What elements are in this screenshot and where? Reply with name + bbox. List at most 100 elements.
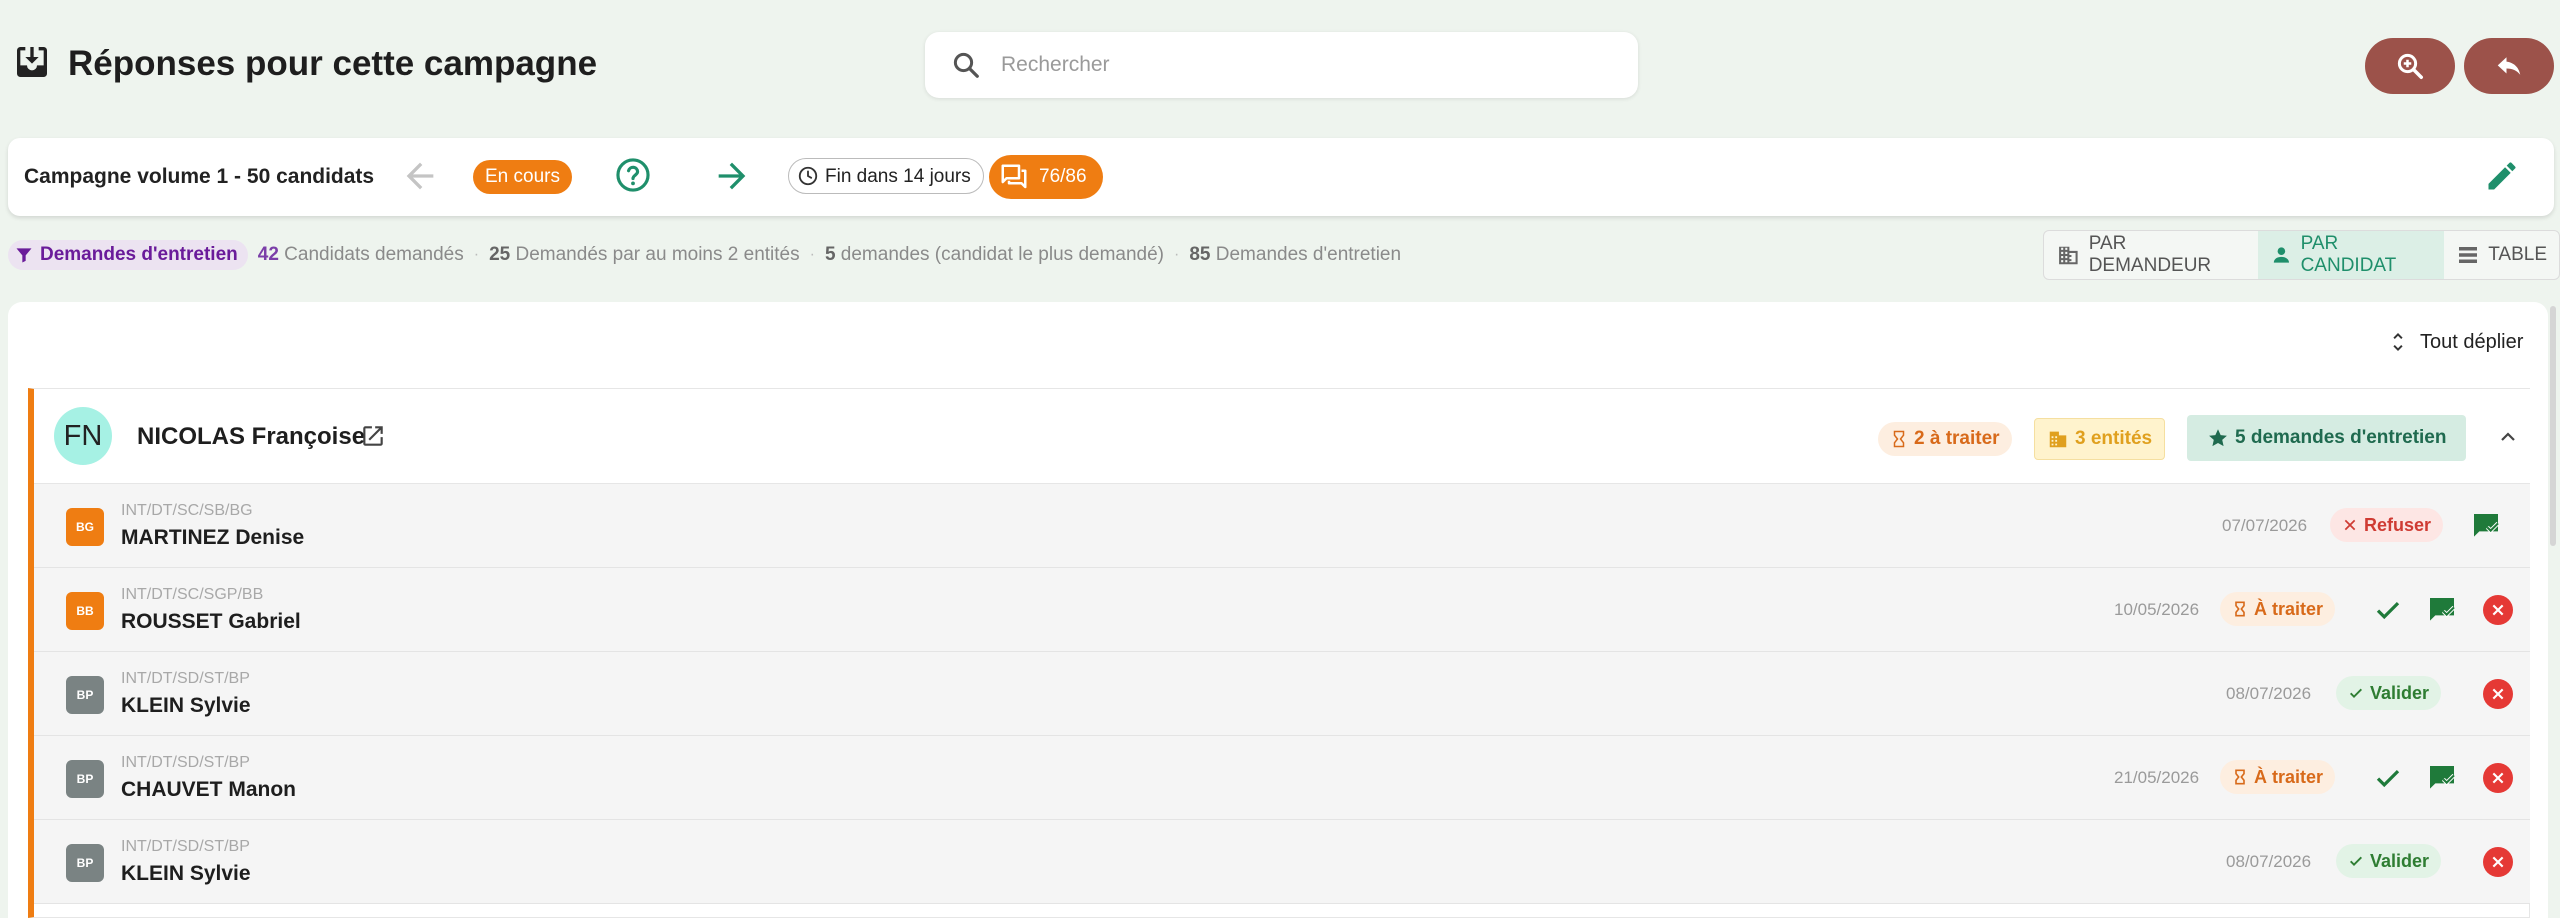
campaign-bar: Campagne volume 1 - 50 candidats En cour… xyxy=(8,138,2554,216)
help-circle-icon[interactable] xyxy=(614,156,652,194)
cancel-circle-icon xyxy=(2483,679,2513,709)
status-badge: En cours xyxy=(473,160,572,194)
request-date: 21/05/2026 xyxy=(2114,768,2200,787)
check-icon xyxy=(2350,688,2362,698)
zoom-button[interactable] xyxy=(2365,38,2455,94)
chevron-up-icon[interactable] xyxy=(2496,425,2520,449)
check-icon xyxy=(2376,769,2400,788)
view-table[interactable]: TABLE xyxy=(2444,231,2559,279)
accept-button[interactable] xyxy=(2370,760,2406,796)
to-treat-badge: 2 à traiter xyxy=(1878,422,2012,456)
page-title: Réponses pour cette campagne xyxy=(68,44,598,83)
entity-badge: BP xyxy=(66,760,104,798)
pencil-icon[interactable] xyxy=(2484,158,2520,194)
status-badge: Refuser xyxy=(2330,508,2444,542)
search-icon xyxy=(953,52,979,78)
candidate-group: FN NICOLAS Françoise 2 à traiter 3 entit… xyxy=(28,388,2530,918)
status-badge: Valider xyxy=(2336,676,2442,710)
table-rows-icon xyxy=(2459,247,2478,263)
stat-candidates: 42 Candidats demandés xyxy=(257,244,464,265)
reply-arrow-icon xyxy=(2497,57,2521,75)
expand-all-button[interactable]: Tout déplier xyxy=(2386,330,2523,354)
inbox-download-icon xyxy=(17,47,47,77)
entity-path: INT/DT/SD/ST/BP xyxy=(121,838,250,855)
person-icon xyxy=(2273,247,2289,263)
candidate-name: NICOLAS Françoise xyxy=(137,423,366,450)
requester-name: ROUSSET Gabriel xyxy=(121,610,301,633)
reject-button[interactable] xyxy=(2480,676,2516,712)
status-badge: Valider xyxy=(2336,844,2442,878)
entity-path: INT/DT/SD/ST/BP xyxy=(121,670,250,687)
entity-badge: BP xyxy=(66,844,104,882)
cancel-circle-icon xyxy=(2483,763,2513,793)
requester-name: KLEIN Sylvie xyxy=(121,694,251,717)
entity-badge: BG xyxy=(66,508,104,546)
entities-badge: 3 entités xyxy=(2034,418,2166,460)
comment-check-button[interactable] xyxy=(2424,760,2460,796)
close-icon xyxy=(2344,519,2356,531)
arrow-right-icon[interactable] xyxy=(712,156,752,196)
building-icon xyxy=(2049,431,2067,448)
entity-badge: BP xyxy=(66,676,104,714)
request-row: BB INT/DT/SC/SGP/BB ROUSSET Gabriel 10/0… xyxy=(34,568,2530,652)
back-button[interactable] xyxy=(2464,38,2554,94)
responses-count: 76/86 xyxy=(1039,166,1087,187)
clock-icon xyxy=(798,166,818,186)
request-date: 08/07/2026 xyxy=(2226,684,2312,703)
hourglass-icon xyxy=(2235,769,2245,785)
status-badge: À traiter xyxy=(2220,592,2336,626)
entity-path: INT/DT/SD/ST/BP xyxy=(121,754,250,771)
filter-icon xyxy=(16,248,32,263)
responses-chip[interactable]: 76/86 xyxy=(989,155,1103,199)
results-panel: Tout déplier FN NICOLAS Françoise 2 à tr… xyxy=(8,302,2548,918)
candidate-header[interactable]: FN NICOLAS Françoise 2 à traiter 3 entit… xyxy=(34,389,2530,484)
comment-check-button[interactable] xyxy=(2468,508,2504,544)
stat-interview-requests: 85 Demandes d'entretien xyxy=(1189,244,1402,265)
open-in-new-icon[interactable] xyxy=(360,423,386,449)
request-row: BP INT/DT/SD/ST/BP KLEIN Sylvie 08/07/20… xyxy=(34,820,2530,904)
requests-badge: 5 demandes d'entretien xyxy=(2187,415,2467,461)
requester-name: MARTINEZ Denise xyxy=(121,526,305,549)
view-by-candidate[interactable]: PAR CANDIDAT xyxy=(2257,231,2445,279)
arrow-left-icon[interactable] xyxy=(400,156,440,196)
cancel-circle-icon xyxy=(2483,847,2513,877)
view-by-requester[interactable]: PAR DEMANDEUR xyxy=(2044,231,2258,279)
search-input[interactable] xyxy=(1001,32,1611,98)
scrollbar[interactable] xyxy=(2550,306,2556,546)
search-bar[interactable] xyxy=(925,32,1638,98)
filter-chip[interactable]: Demandes d'entretien xyxy=(8,240,248,270)
stats-row: Demandes d'entretien 42 Candidats demand… xyxy=(8,240,1401,270)
accept-button[interactable] xyxy=(2370,592,2406,628)
star-icon xyxy=(2209,429,2227,447)
zoom-in-icon xyxy=(2397,53,2423,79)
requester-name: CHAUVET Manon xyxy=(121,778,296,801)
requester-name: KLEIN Sylvie xyxy=(121,862,251,885)
request-row: BP INT/DT/SD/ST/BP KLEIN Sylvie 08/07/20… xyxy=(34,652,2530,736)
status-badge: À traiter xyxy=(2220,760,2336,794)
comment-check-icon xyxy=(2474,514,2500,537)
check-icon xyxy=(2376,601,2400,620)
entity-path: INT/DT/SC/SB/BG xyxy=(121,502,253,519)
forum-icon xyxy=(1001,164,1027,189)
cancel-circle-icon xyxy=(2483,595,2513,625)
view-toggle: PAR DEMANDEUR PAR CANDIDAT TABLE xyxy=(2043,230,2560,280)
avatar: FN xyxy=(54,407,112,465)
entity-badge: BB xyxy=(66,592,104,630)
comment-check-icon xyxy=(2430,766,2456,789)
comment-check-button[interactable] xyxy=(2424,592,2460,628)
stat-most-requested: 5 demandes (candidat le plus demandé) xyxy=(824,244,1165,265)
filter-label: Demandes d'entretien xyxy=(40,244,238,265)
hourglass-icon xyxy=(2235,601,2245,617)
comment-check-icon xyxy=(2430,598,2456,621)
reject-button[interactable] xyxy=(2480,592,2516,628)
request-row: BP INT/DT/SD/ST/BP CHAUVET Manon 21/05/2… xyxy=(34,736,2530,820)
check-icon xyxy=(2350,856,2362,866)
deadline-text: Fin dans 14 jours xyxy=(825,165,971,187)
unfold-more-icon xyxy=(2393,333,2403,351)
reject-button[interactable] xyxy=(2480,844,2516,880)
hourglass-icon xyxy=(1893,430,1905,448)
deadline-chip: Fin dans 14 jours xyxy=(788,158,984,194)
entity-path: INT/DT/SC/SGP/BB xyxy=(121,586,264,603)
building-icon xyxy=(2059,246,2078,265)
reject-button[interactable] xyxy=(2480,760,2516,796)
